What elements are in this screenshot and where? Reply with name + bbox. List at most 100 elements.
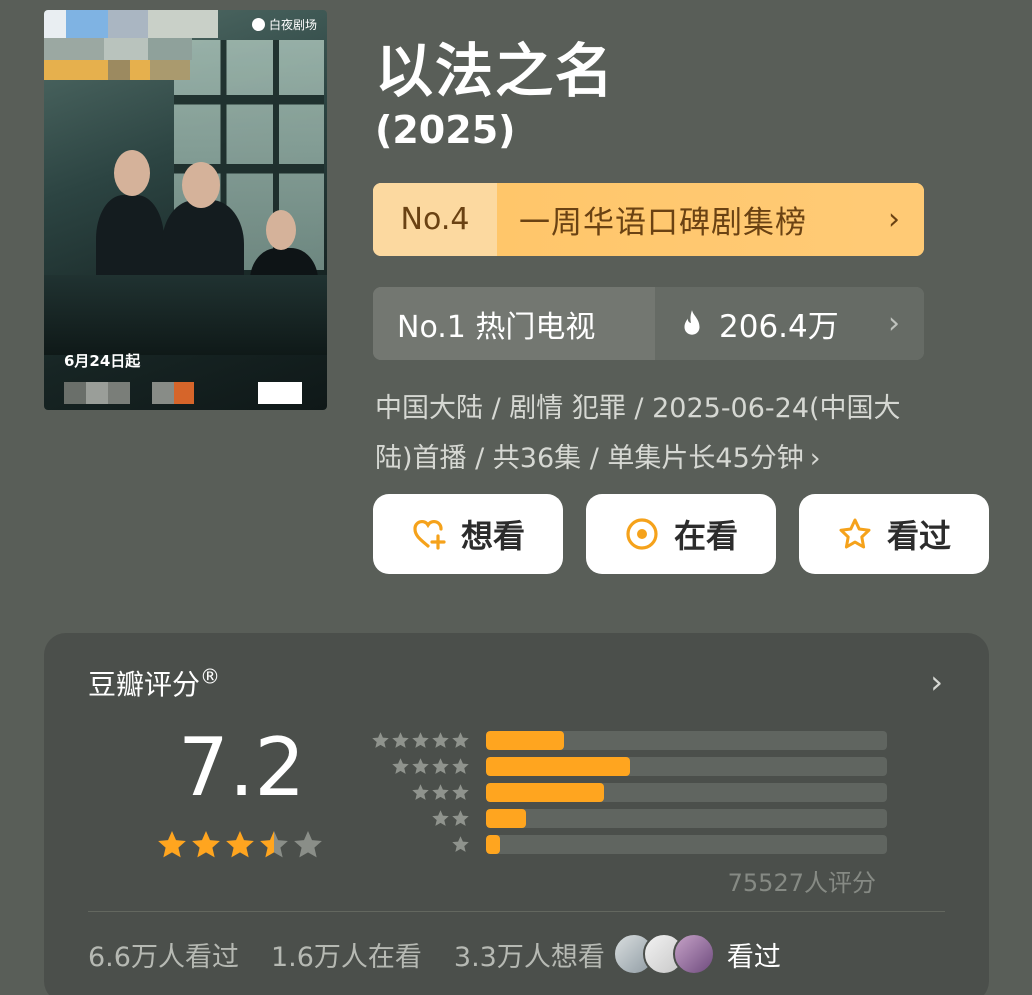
poster-blur-block: [108, 382, 130, 404]
registered-mark: ®: [200, 664, 221, 689]
poster-blur-block: [148, 38, 192, 60]
release-year: (2025): [375, 108, 516, 152]
star-outline-icon: [839, 518, 871, 549]
star-icon: [452, 757, 469, 774]
meta-info[interactable]: 中国大陆 / 剧情 犯罪 / 2025-06-24(中国大 陆)首播 / 共36…: [375, 384, 965, 484]
watching-button[interactable]: 在看: [586, 494, 776, 574]
distribution-bar-track: [486, 782, 887, 802]
poster-logo: 白夜剧场: [251, 16, 317, 33]
poster-head-right: [266, 210, 296, 250]
meta-line-1: 中国大陆 / 剧情 犯罪 / 2025-06-24(中国大: [375, 393, 901, 424]
movie-detail-page: 白夜剧场 6月24日起 以法之名 (2025) No.4 一周华语口碑剧集榜 ›…: [0, 0, 1032, 995]
distribution-bar: [486, 834, 501, 854]
divider: [88, 911, 945, 912]
poster-blur-block: [174, 382, 194, 404]
rating-stars: [156, 829, 324, 861]
star-icon: [226, 831, 254, 858]
rating-title: 豆瓣评分®: [88, 663, 220, 703]
poster-blur-block: [150, 60, 190, 80]
poster-blur-block: [44, 38, 104, 60]
star-icon: [158, 831, 186, 858]
chevron-right-icon: ›: [864, 183, 924, 256]
rating-score: 7.2: [178, 721, 306, 814]
distribution-bar-track: [486, 730, 887, 750]
star-icon: [452, 809, 469, 826]
poster-head-left: [114, 150, 150, 196]
star-icon: [260, 831, 288, 858]
flame-icon: [684, 309, 700, 335]
poster-blur-block: [44, 60, 108, 80]
star-icon: [432, 809, 449, 826]
distribution-bar: [486, 756, 631, 776]
poster-blur-block: [44, 10, 66, 38]
star-icon: [432, 783, 449, 800]
target-circle-icon: [626, 518, 658, 550]
rank-badge-weekly[interactable]: No.4 一周华语口碑剧集榜 ›: [373, 183, 924, 256]
distribution-stars: [360, 757, 470, 776]
distribution-stars: [360, 731, 470, 750]
distribution-row: [360, 779, 887, 805]
poster-blur-block: [148, 10, 218, 38]
star-icon: [452, 835, 469, 852]
star-icon: [192, 831, 220, 858]
want-to-watch-label: 想看: [460, 517, 525, 555]
poster-blur-block: [108, 10, 148, 38]
distribution-row: [360, 727, 887, 753]
rating-count: 75527人评分: [727, 869, 876, 897]
rating-title-text: 豆瓣评分: [88, 668, 201, 701]
distribution-row: [360, 831, 887, 857]
distribution-bar-track: [486, 834, 887, 854]
poster-blur-block: [64, 382, 86, 404]
poster-blur-block: [108, 60, 130, 80]
poster-head-center: [182, 162, 220, 208]
meta-line-2: 陆)首播 / 共36集 / 单集片长45分钟 ›: [375, 434, 965, 484]
distribution-stars: [360, 809, 470, 828]
want-count[interactable]: 3.3万人想看: [454, 935, 605, 974]
poster-date-text: 6月24日起: [64, 352, 141, 370]
avatar: [672, 933, 715, 975]
watched-button[interactable]: 看过: [799, 494, 989, 574]
action-buttons: 想看 在看 看过: [373, 494, 989, 574]
watching-count[interactable]: 1.6万人在看: [271, 935, 422, 974]
rank-badge-popular[interactable]: No.1 热门电视 206.4万 ›: [373, 287, 924, 360]
friends-watched-label: 看过: [726, 941, 781, 973]
poster-blur-block: [258, 382, 302, 404]
watched-count[interactable]: 6.6万人看过: [88, 935, 239, 974]
distribution-row: [360, 753, 887, 779]
star-icon: [392, 757, 409, 774]
poster-blur-block: [130, 60, 150, 80]
distribution-bar: [486, 782, 605, 802]
poster-desk-art: [44, 275, 327, 355]
want-to-watch-button[interactable]: 想看: [373, 494, 563, 574]
meta-line-2-text: 陆)首播 / 共36集 / 单集片长45分钟: [375, 443, 804, 474]
heart-plus-icon: [413, 520, 446, 550]
poster-blur-block: [86, 382, 108, 404]
distribution-row: [360, 805, 887, 831]
rating-footer: 6.6万人看过 1.6万人在看 3.3万人想看 看过: [88, 933, 813, 975]
star-icon: [392, 731, 409, 748]
watched-label: 看过: [886, 517, 951, 555]
star-icon: [294, 831, 322, 858]
rating-card[interactable]: 豆瓣评分® › 7.2 75527人评分 6.6万人看过 1.6万人在看 3.3…: [44, 633, 989, 995]
star-icon: [412, 757, 429, 774]
friend-avatars[interactable]: [612, 933, 715, 975]
star-icon: [452, 731, 469, 748]
poster-blur-block: [152, 382, 174, 404]
distribution-bar: [486, 808, 527, 828]
hot-value: 206.4万: [655, 287, 864, 360]
poster-image[interactable]: 白夜剧场 6月24日起: [44, 10, 327, 410]
star-icon: [432, 757, 449, 774]
watching-label: 在看: [673, 517, 738, 555]
star-icon: [432, 731, 449, 748]
chevron-right-icon: ›: [864, 287, 924, 360]
poster-logo-text: 白夜剧场: [268, 18, 317, 32]
star-icon: [452, 783, 469, 800]
chevron-right-icon[interactable]: ›: [930, 663, 943, 701]
poster-logo-icon: [251, 18, 265, 31]
rank-label: 一周华语口碑剧集榜: [497, 183, 864, 256]
distribution-bar: [486, 730, 565, 750]
hot-value-text: 206.4万: [719, 309, 839, 345]
distribution-stars: [360, 835, 470, 854]
distribution-bar-track: [486, 756, 887, 776]
star-icon: [412, 783, 429, 800]
